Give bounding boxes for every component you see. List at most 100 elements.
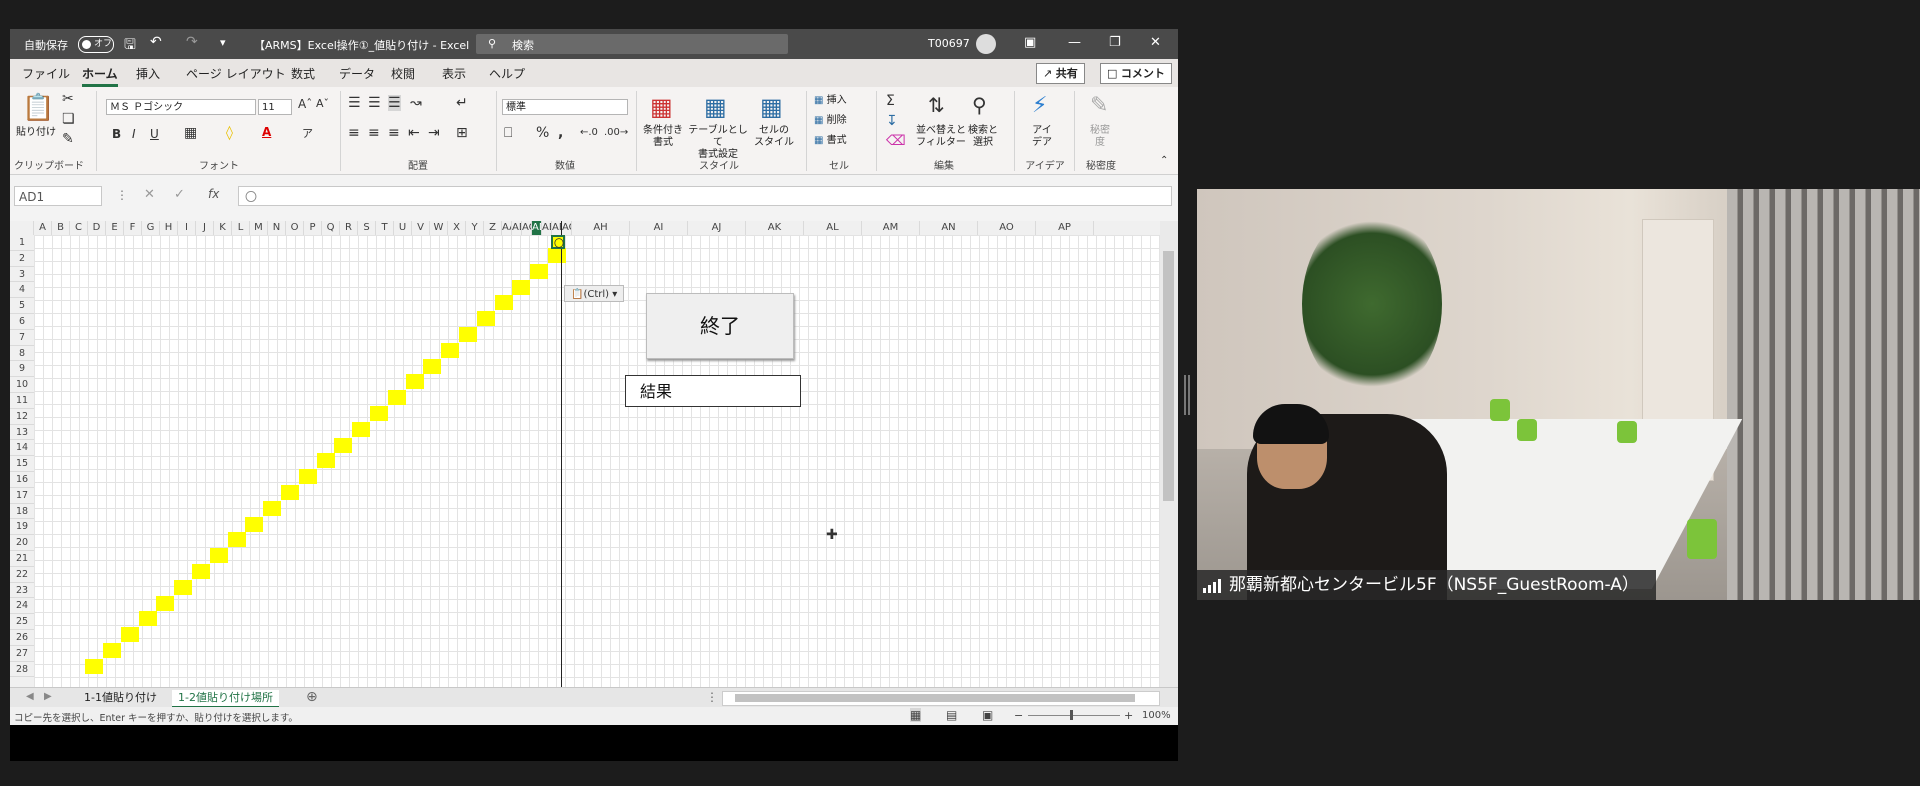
decrease-indent-icon[interactable]: ⇤ [408,125,420,141]
row-header[interactable]: 7 [10,330,34,346]
highlighted-cell[interactable] [512,279,531,295]
column-header[interactable]: L [232,221,250,235]
highlighted-cell[interactable] [209,548,228,564]
cell-styles-button[interactable]: セルの スタイル [748,125,800,149]
highlighted-cell[interactable] [459,327,477,342]
formula-input[interactable]: 〇 [238,186,1172,206]
highlighted-cell[interactable] [120,627,139,643]
copy-icon[interactable]: ❏ [62,111,75,127]
undo-icon[interactable]: ↶ [150,34,162,50]
tab-data[interactable]: データ [339,65,375,82]
paste-icon[interactable]: 📋 [22,93,54,123]
highlighted-cell[interactable] [370,406,388,421]
cell-styles-icon[interactable]: ▦ [760,93,783,121]
column-header[interactable]: AI [630,221,688,235]
sensitivity-button[interactable]: 秘密 度 [1084,125,1116,149]
close-icon[interactable]: ✕ [1150,35,1161,50]
row-header[interactable]: 11 [10,393,34,409]
highlighted-cell[interactable] [227,532,246,548]
more-icon[interactable]: ⋮ [116,188,128,202]
column-header[interactable]: I [178,221,196,235]
sheet-tab-1[interactable]: 1-1値貼り付け [78,690,163,706]
highlighted-cell[interactable] [530,263,549,279]
active-cell[interactable]: 〇 [551,235,565,250]
paste-options-button[interactable]: 📋(Ctrl) ▾ [564,285,624,302]
column-header[interactable]: AH [572,221,630,235]
row-header[interactable]: 26 [10,630,34,646]
clear-icon[interactable]: ⌫ [886,133,906,149]
row-header[interactable]: 22 [10,567,34,583]
ribbon-display-icon[interactable]: ▣ [1024,35,1036,50]
increase-indent-icon[interactable]: ⇥ [428,125,440,141]
row-header[interactable]: 10 [10,377,34,393]
column-header[interactable]: O [286,221,304,235]
format-cells-button[interactable]: ▦ 書式 [814,135,847,147]
save-icon[interactable]: 🖫 [124,34,136,58]
sort-filter-button[interactable]: 並べ替えと フィルター [914,125,968,149]
zoom-in-icon[interactable]: + [1124,709,1133,722]
page-break-view-icon[interactable]: ▣ [982,708,993,722]
highlighted-cell[interactable] [174,579,193,595]
highlighted-cell[interactable] [245,516,264,532]
row-header[interactable]: 21 [10,551,34,567]
highlighted-cell[interactable] [441,342,460,358]
tab-formulas[interactable]: 数式 [291,65,315,82]
tab-insert[interactable]: 挿入 [136,65,160,82]
align-center-icon[interactable]: ≡ [368,125,380,141]
result-box[interactable]: 結果 [625,375,801,407]
align-bottom-icon[interactable]: ☰ [388,95,401,111]
conditional-format-icon[interactable]: ▦ [650,93,673,121]
align-right-icon[interactable]: ≡ [388,125,400,141]
column-header[interactable]: P [304,221,322,235]
align-middle-icon[interactable]: ☰ [368,95,381,111]
column-header[interactable]: V [412,221,430,235]
tab-home[interactable]: ホーム [82,65,118,87]
highlighted-cell[interactable] [85,658,104,674]
highlighted-cell[interactable] [334,437,353,453]
column-header[interactable]: AK [746,221,804,235]
scroll-thumb[interactable] [1163,251,1174,501]
column-header[interactable]: AJ [688,221,746,235]
column-header[interactable]: C [70,221,88,235]
sensitivity-icon[interactable]: ✎ [1090,93,1108,118]
highlighted-cell[interactable] [494,295,513,311]
restore-icon[interactable]: ❐ [1109,35,1121,50]
decrease-decimal-icon[interactable]: .00→ [604,127,628,138]
highlighted-cell[interactable] [387,390,406,406]
name-box[interactable]: AD1 [14,186,102,206]
avatar[interactable] [976,34,996,54]
row-header[interactable]: 13 [10,425,34,441]
highlighted-cell[interactable] [316,453,335,469]
zoom-slider-thumb[interactable] [1070,710,1073,720]
merge-center-icon[interactable]: ⊞ [456,125,468,141]
row-header[interactable]: 14 [10,440,34,457]
row-header[interactable]: 20 [10,535,34,551]
row-header[interactable]: 19 [10,519,34,536]
column-header[interactable]: M [250,221,268,235]
tab-review[interactable]: 校閲 [391,65,415,82]
grow-font-icon[interactable]: Aˆ [298,97,312,111]
customize-qat-icon[interactable]: ▾ [220,36,226,49]
panel-splitter[interactable] [1184,375,1190,415]
column-header[interactable]: D [88,221,106,235]
fill-icon[interactable]: ↧ [886,113,898,129]
tab-help[interactable]: ヘルプ [489,65,525,82]
zoom-slider[interactable] [1028,715,1120,716]
share-button[interactable]: ↗ 共有 [1036,63,1085,84]
highlighted-cell[interactable] [263,500,282,516]
cut-icon[interactable]: ✂ [62,91,74,107]
highlighted-cell[interactable] [138,611,157,627]
sheet-tab-2[interactable]: 1-2値貼り付け場所 [172,690,279,708]
format-as-table-button[interactable]: テーブルとして 書式設定 [686,125,750,161]
highlighted-cell[interactable] [281,485,299,500]
column-header[interactable]: G [142,221,160,235]
row-header[interactable]: 15 [10,456,34,472]
underline-button[interactable]: U [150,127,159,141]
cancel-icon[interactable]: ✕ [144,187,155,202]
row-header[interactable]: 6 [10,314,34,330]
column-header[interactable]: AO [978,221,1036,235]
find-select-icon[interactable]: ⚲ [972,93,987,117]
add-sheet-icon[interactable]: ⊕ [306,689,318,705]
comma-icon[interactable]: , [558,125,563,141]
column-header[interactable]: Y [466,221,484,235]
